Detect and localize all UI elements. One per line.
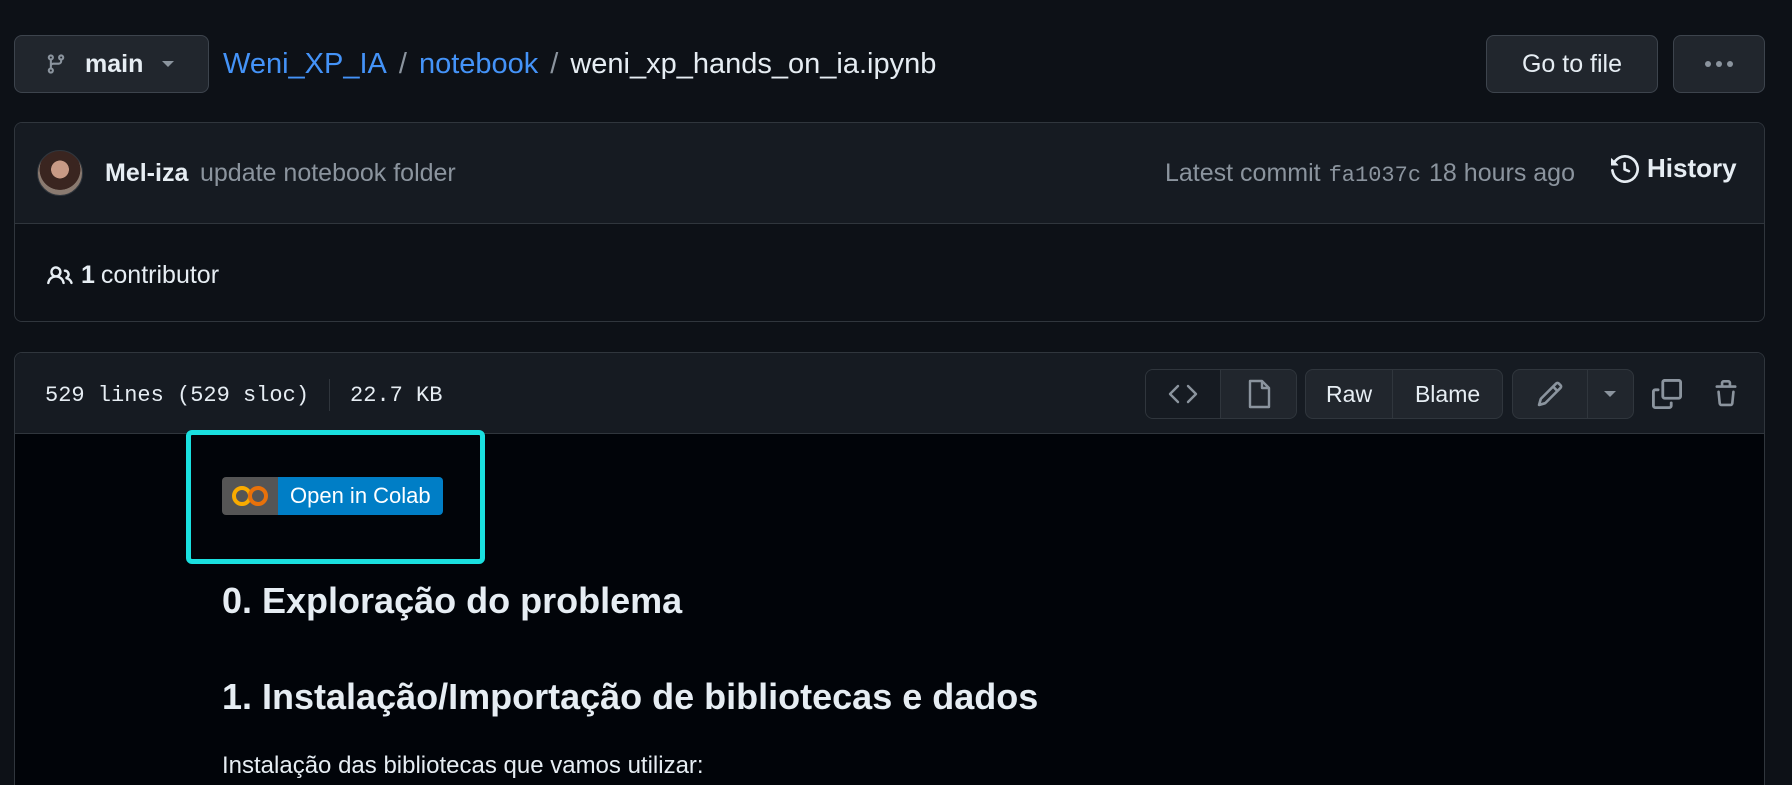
commit-author-link[interactable]: Mel-iza [105,159,188,188]
contributor-count: 1 [81,261,95,289]
open-in-colab-badge[interactable]: Open in Colab [222,477,443,515]
delete-button[interactable] [1712,379,1740,409]
triangle-down-icon [161,59,175,69]
history-label: History [1647,153,1737,183]
contributor-label: contributor [100,261,220,289]
pencil-icon [1536,380,1564,408]
copy-icon [1652,379,1682,409]
copy-button[interactable] [1652,379,1682,409]
commit-info-box: Mel-iza update notebook folder Latest co… [14,122,1765,322]
code-view-button[interactable] [1146,370,1221,418]
more-options-button[interactable] [1673,35,1765,93]
divider [329,379,331,411]
notebook-heading-0: 0. Exploração do problema [222,580,683,621]
commit-sha-link[interactable]: fa1037c [1329,163,1421,188]
branch-selector-button[interactable]: main [14,35,209,93]
file-size: 22.7 KB [350,382,443,408]
file-info: 529 lines (529 sloc) 22.7 KB [45,379,442,411]
breadcrumb-repo-link[interactable]: Weni_XP_IA [223,48,387,81]
breadcrumb-folder-link[interactable]: notebook [419,48,538,81]
preview-view-button[interactable] [1221,370,1296,418]
file-header: 529 lines (529 sloc) 22.7 KB Raw Blame [15,353,1764,434]
triangle-down-icon [1603,389,1617,399]
commit-time: 18 hours ago [1429,159,1575,187]
file-icon [1247,379,1271,409]
commit-message-link[interactable]: update notebook folder [200,159,456,188]
code-icon [1168,383,1198,405]
contributors-row: 1 contributor [15,224,1764,321]
contributors-link[interactable]: 1 contributor [45,261,219,290]
kebab-horizontal-icon [1704,60,1734,68]
history-link[interactable]: History [1611,153,1737,184]
blame-button[interactable]: Blame [1393,370,1502,418]
people-icon [45,263,75,289]
edit-button[interactable] [1513,370,1588,418]
colab-badge-label: Open in Colab [278,477,443,515]
latest-commit-label: Latest commit [1165,159,1321,187]
avatar[interactable] [37,150,83,196]
breadcrumb-separator: / [398,47,407,80]
breadcrumb-file-name: weni_xp_hands_on_ia.ipynb [570,47,937,80]
notebook-paragraph: Instalação das bibliotecas que vamos uti… [222,752,704,779]
view-mode-toggle [1145,369,1297,419]
edit-group [1512,369,1634,419]
branch-name: main [85,49,144,78]
breadcrumb: Weni_XP_IA / notebook / weni_xp_hands_on… [223,44,936,84]
file-line-count: 529 lines (529 sloc) [45,382,310,408]
file-viewer: 529 lines (529 sloc) 22.7 KB Raw Blame [14,352,1765,785]
go-to-file-button[interactable]: Go to file [1486,35,1658,93]
edit-dropdown-button[interactable] [1588,370,1633,418]
notebook-heading-1: 1. Instalação/Importação de bibliotecas … [222,676,1039,717]
breadcrumb-separator: / [550,47,559,80]
raw-button[interactable]: Raw [1306,370,1394,418]
latest-commit-info: Latest commit fa1037c 18 hours ago [1165,159,1575,188]
raw-blame-group: Raw Blame [1305,369,1503,419]
colab-logo-icon [222,477,278,515]
latest-commit-row: Mel-iza update notebook folder Latest co… [15,123,1764,224]
trash-icon [1712,379,1740,409]
git-branch-icon [45,51,67,77]
history-icon [1611,154,1639,183]
